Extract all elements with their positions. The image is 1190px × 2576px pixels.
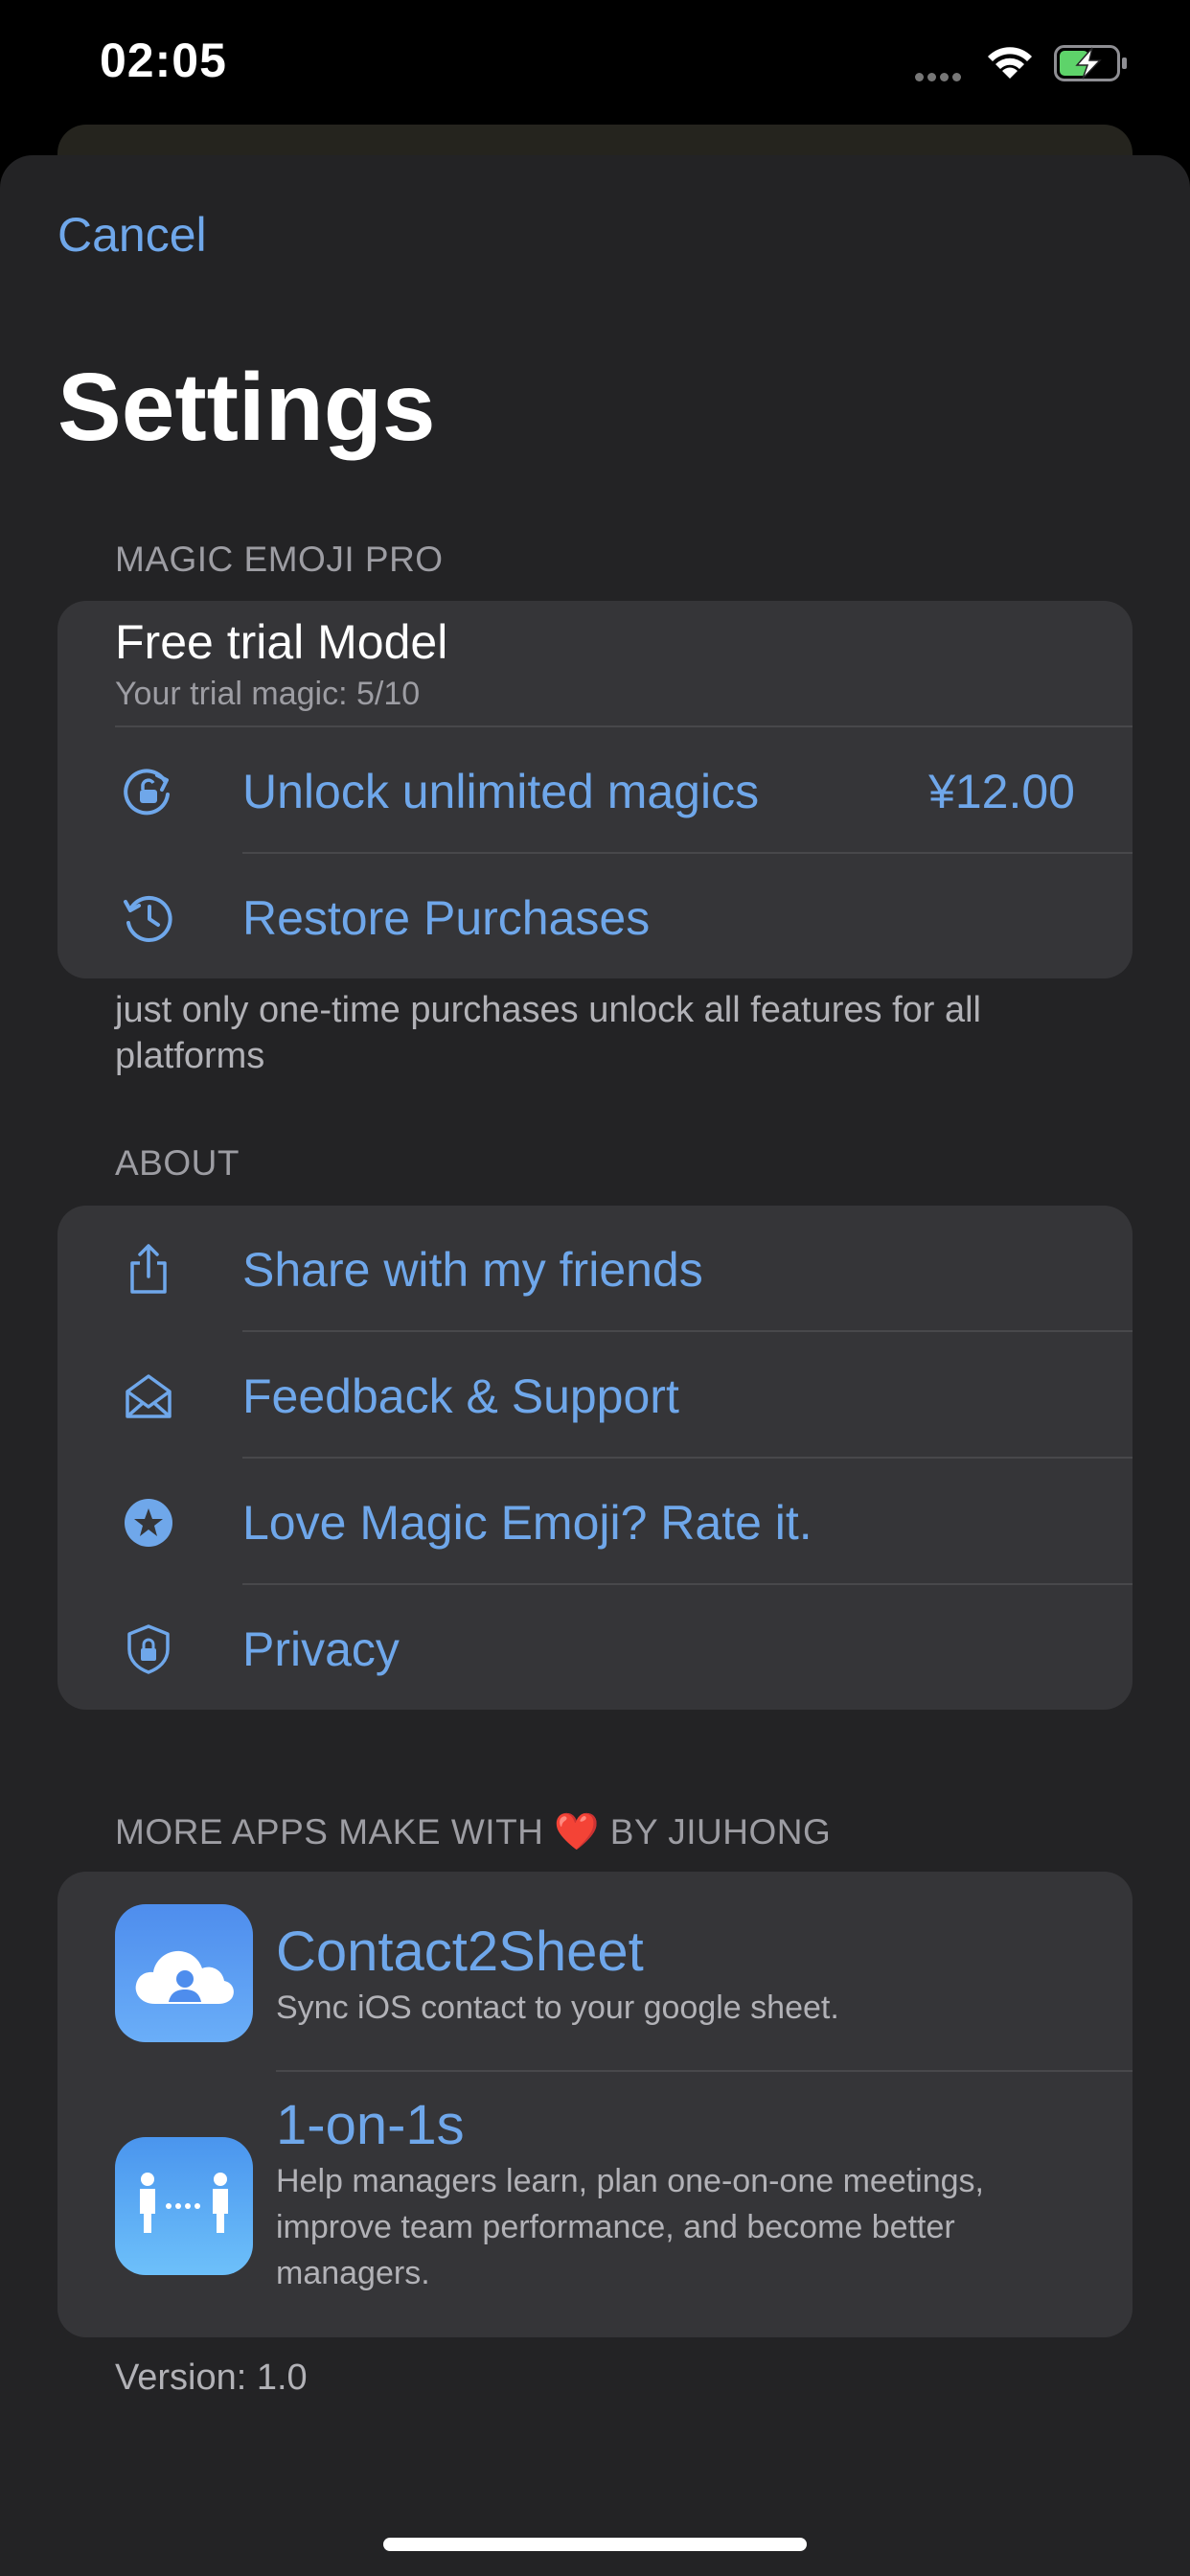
app-description: Sync iOS contact to your google sheet.: [276, 1990, 839, 2026]
section-header-more-apps: MORE APPS MAKE WITH ❤️ BY JIUHONG: [115, 1811, 831, 1853]
star-circle-icon: [125, 1499, 172, 1547]
two-people-icon: [115, 2137, 253, 2275]
battery-charging-icon: [1054, 45, 1127, 81]
about-group: Share with my friends Feedback & Support…: [57, 1206, 1133, 1710]
wifi-icon: [988, 47, 1032, 79]
rate-label: Love Magic Emoji? Rate it.: [242, 1496, 812, 1550]
pro-group: Free trial Model Your trial magic: 5/10 …: [57, 601, 1133, 978]
shield-lock-icon: [127, 1624, 170, 1674]
app-name: Contact2Sheet: [276, 1920, 644, 1983]
more-apps-group: Contact2Sheet Sync iOS contact to your g…: [57, 1872, 1133, 2337]
unlock-rotate-icon: [124, 769, 170, 816]
heart-emoji: ❤️: [554, 1812, 601, 1852]
trial-title: Free trial Model: [115, 615, 448, 669]
rate-row[interactable]: Love Magic Emoji? Rate it.: [57, 1459, 1133, 1585]
privacy-row[interactable]: Privacy: [57, 1585, 1133, 1710]
unlock-price: ¥12.00: [928, 765, 1075, 818]
app-name: 1-on-1s: [276, 2094, 465, 2156]
trial-status-row: Free trial Model Your trial magic: 5/10: [57, 601, 1133, 725]
restore-purchases-row[interactable]: Restore Purchases: [57, 854, 1133, 978]
trial-subtitle: Your trial magic: 5/10: [115, 676, 421, 712]
cloud-person-icon: [115, 1904, 253, 2042]
pro-footer-note: just only one-time purchases unlock all …: [115, 990, 982, 1076]
feedback-label: Feedback & Support: [242, 1369, 679, 1423]
home-indicator[interactable]: [383, 2538, 807, 2551]
section-header-about: ABOUT: [115, 1143, 240, 1183]
version-label: Version: 1.0: [115, 2358, 308, 2398]
signal-dots-icon: [915, 69, 969, 81]
status-bar: 02:05: [0, 0, 1190, 134]
app-row-contact2sheet[interactable]: Contact2Sheet Sync iOS contact to your g…: [57, 1872, 1133, 2071]
app-description: Help managers learn, plan one-on-one mee…: [276, 2163, 985, 2291]
page-title: Settings: [57, 354, 436, 461]
app-row-1-on-1s[interactable]: 1-on-1s Help managers learn, plan one-on…: [57, 2072, 1133, 2337]
share-row[interactable]: Share with my friends: [57, 1206, 1133, 1332]
share-label: Share with my friends: [242, 1243, 703, 1297]
privacy-label: Privacy: [242, 1622, 400, 1676]
status-time: 02:05: [100, 34, 227, 87]
unlock-row[interactable]: Unlock unlimited magics ¥12.00: [57, 727, 1133, 854]
clock-history-icon: [124, 895, 172, 942]
feedback-row[interactable]: Feedback & Support: [57, 1332, 1133, 1459]
envelope-icon: [126, 1374, 172, 1418]
share-icon: [130, 1244, 167, 1294]
restore-label: Restore Purchases: [242, 891, 651, 945]
more-apps-prefix: MORE APPS MAKE WITH: [115, 1812, 544, 1852]
cancel-button[interactable]: Cancel: [57, 207, 207, 263]
more-apps-suffix: BY JIUHONG: [609, 1812, 832, 1852]
section-header-pro: MAGIC EMOJI PRO: [115, 540, 444, 579]
unlock-label: Unlock unlimited magics: [242, 765, 760, 818]
